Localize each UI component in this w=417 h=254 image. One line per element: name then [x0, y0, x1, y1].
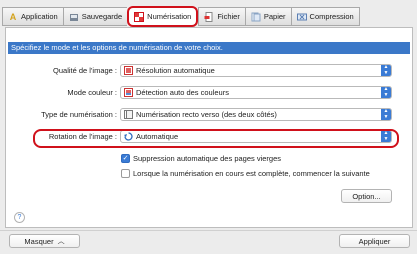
color-mode-value: Détection auto des couleurs — [136, 88, 229, 97]
updown-arrows-icon: ▲ ▼ — [381, 86, 391, 98]
updown-arrows-icon: ▲ ▼ — [381, 108, 391, 120]
help-icon[interactable]: ? — [14, 212, 25, 223]
tab-label: Application — [21, 12, 58, 21]
tab-fichier[interactable]: Fichier — [198, 7, 245, 26]
tab-sauvegarde[interactable]: Sauvegarde — [62, 7, 128, 26]
tab-label: Compression — [309, 12, 354, 21]
continue-scan-checkbox[interactable] — [121, 168, 130, 178]
apply-button[interactable]: Appliquer — [339, 234, 410, 248]
tab-bar: A Application Sauvegarde Numérisation Fi… — [2, 6, 360, 27]
hide-button[interactable]: Masquer ︿ — [9, 234, 80, 248]
quality-select[interactable]: Résolution automatique ▲ ▼ — [120, 64, 392, 77]
tab-compression[interactable]: Compression — [290, 7, 360, 26]
tab-label: Numérisation — [147, 12, 192, 21]
rotation-row: Rotation de l'image : Automatique ▲ ▼ — [6, 130, 414, 144]
tab-label: Sauvegarde — [81, 12, 123, 21]
quality-value: Résolution automatique — [136, 66, 215, 75]
hide-button-label: Masquer — [24, 236, 54, 246]
divider — [0, 230, 417, 231]
blank-pages-label: Suppression automatique des pages vierge… — [133, 153, 282, 163]
tab-label: Papier — [263, 12, 286, 21]
instruction-banner: Spécifiez le mode et les options de numé… — [8, 42, 410, 54]
tab-numerisation[interactable]: Numérisation — [127, 6, 199, 27]
duplex-icon — [124, 110, 133, 119]
apply-button-label: Appliquer — [358, 236, 391, 246]
compression-icon — [296, 12, 307, 22]
rotation-label: Rotation de l'image : — [48, 132, 117, 141]
blank-pages-option[interactable]: ✓ Suppression automatique des pages vier… — [121, 152, 281, 164]
tab-application[interactable]: A Application — [2, 7, 63, 26]
scan-type-select[interactable]: Numérisation recto verso (des deux côtés… — [120, 108, 392, 121]
color-mode-row: Mode couleur : Détection auto des couleu… — [6, 86, 414, 100]
rotate-icon — [124, 132, 133, 141]
scan-type-value: Numérisation recto verso (des deux côtés… — [136, 110, 277, 119]
save-folder-icon — [69, 12, 79, 22]
option-button-label: Option... — [352, 191, 381, 201]
chevron-up-icon: ︿ — [57, 238, 65, 245]
tab-papier[interactable]: Papier — [244, 7, 291, 26]
scan-type-label: Type de numérisation : — [41, 110, 117, 119]
tab-label: Fichier — [217, 12, 240, 21]
letter-a-icon: A — [9, 11, 17, 22]
color-mode-label: Mode couleur : — [67, 88, 117, 97]
rotation-value: Automatique — [136, 132, 179, 141]
paper-icon — [251, 12, 261, 22]
rotation-select[interactable]: Automatique ▲ ▼ — [120, 130, 392, 143]
scan-type-row: Type de numérisation : Numérisation rect… — [6, 108, 414, 122]
quality-row: Qualité de l'image : Résolution automati… — [6, 64, 414, 78]
color-mode-select[interactable]: Détection auto des couleurs ▲ ▼ — [120, 86, 392, 99]
preferences-window: A Application Sauvegarde Numérisation Fi… — [0, 0, 417, 254]
color-detect-icon — [124, 88, 133, 97]
file-icon — [204, 11, 214, 22]
continue-scan-label: Lorsque la numérisation en cours est com… — [133, 168, 370, 178]
continue-scan-option[interactable]: Lorsque la numérisation en cours est com… — [121, 167, 370, 179]
blank-pages-checkbox[interactable]: ✓ — [121, 153, 130, 163]
resolution-icon — [124, 66, 133, 75]
scan-grid-icon — [134, 11, 145, 22]
quality-label: Qualité de l'image : — [53, 66, 117, 75]
settings-panel: Spécifiez le mode et les options de numé… — [5, 27, 413, 228]
option-button[interactable]: Option... — [341, 189, 392, 203]
updown-arrows-icon: ▲ ▼ — [381, 64, 391, 76]
updown-arrows-icon: ▲ ▼ — [381, 130, 391, 142]
